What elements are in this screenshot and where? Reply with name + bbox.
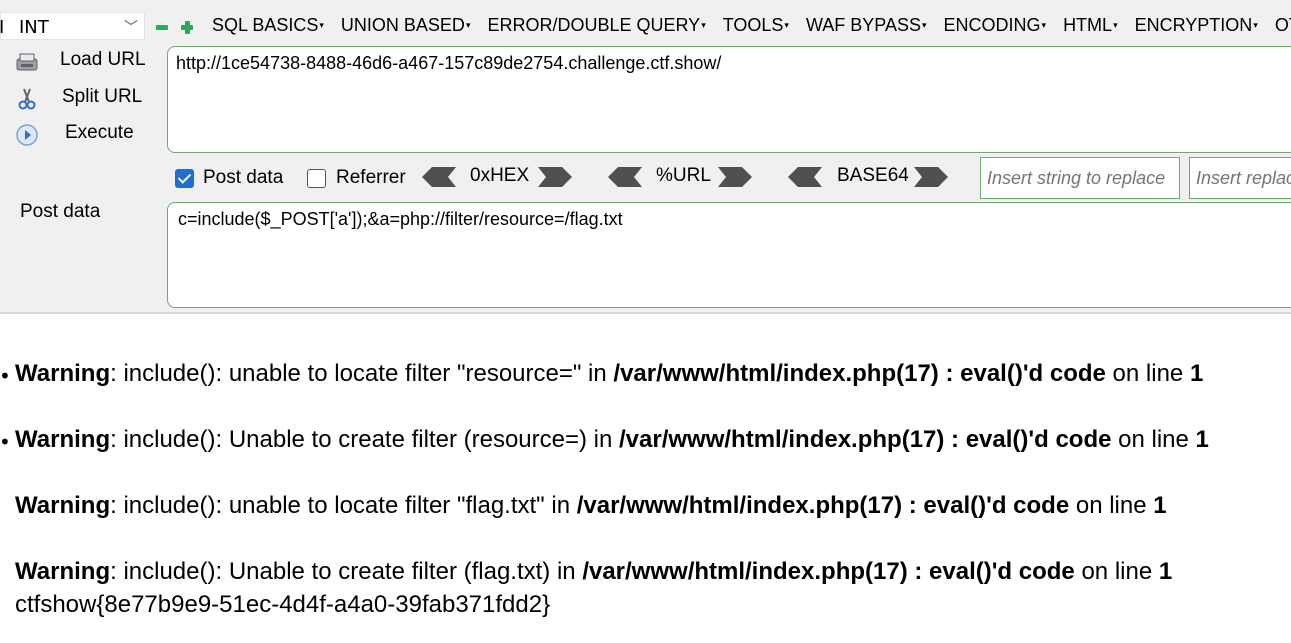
warning-path: /var/www/html/index.php(17) : eval()'d c…: [619, 426, 1112, 453]
url-encode-arrow-icon[interactable]: [608, 167, 642, 187]
url-decode-arrow-icon[interactable]: [718, 167, 752, 187]
post-data-label: Post data: [20, 201, 101, 222]
play-icon: [16, 124, 38, 146]
warning-message: : include(): Unable to create filter (re…: [110, 426, 619, 453]
execute-label: Execute: [65, 122, 134, 143]
bullet-marker: •: [0, 364, 11, 388]
injection-type-select[interactable]: I INT ﹀: [0, 12, 145, 40]
menu-tools[interactable]: TOOLS: [723, 15, 789, 36]
hex-encode-arrow-icon[interactable]: [422, 167, 456, 187]
warning-line: Warning: include(): Unable to create fil…: [15, 426, 1209, 454]
warning-suffix: on line: [1105, 360, 1190, 387]
post-data-checkbox[interactable]: [175, 169, 194, 188]
warning-label: Warning: [15, 360, 111, 387]
warning-message: : include(): Unable to create filter (fl…: [110, 558, 583, 585]
warning-path: /var/www/html/index.php(17) : eval()'d c…: [576, 492, 1070, 519]
base64-decode-arrow-icon[interactable]: [914, 167, 948, 187]
menu-other[interactable]: OTHER: [1275, 15, 1291, 36]
menu-error-double-query[interactable]: ERROR/DOUBLE QUERY: [487, 15, 705, 36]
warning-line-number: 1: [1195, 426, 1209, 453]
flag-output: ctfshow{8e77b9e9-51ec-4d4f-a4a0-39fab371…: [15, 591, 551, 618]
warning-message: : include(): unable to locate filter "fl…: [110, 492, 577, 519]
warning-suffix: on line: [1074, 558, 1159, 585]
chevron-down-icon: ﹀: [124, 20, 138, 36]
menu-encoding[interactable]: ENCODING: [944, 15, 1047, 36]
plus-icon[interactable]: [181, 21, 193, 34]
menu-sql-basics[interactable]: SQL BASICS: [212, 15, 324, 36]
bullet-marker: •: [0, 430, 11, 454]
scissors-icon: [18, 88, 36, 110]
menu-encryption[interactable]: ENCRYPTION: [1135, 15, 1258, 36]
warning-line: Warning: include(): unable to locate fil…: [15, 492, 1167, 520]
hex-decode-arrow-icon[interactable]: [538, 167, 572, 187]
replace-string-input[interactable]: [980, 157, 1180, 199]
base64-encode-arrow-icon[interactable]: [788, 167, 822, 187]
warning-line: Warning: include(): Unable to create fil…: [15, 558, 1172, 586]
hackbar-panel: I INT ﹀ SQL BASICS UNION BASED ERROR/DOUBL…: [0, 0, 1291, 312]
select-value: INT: [19, 17, 49, 38]
url-input[interactable]: http://1ce54738-8488-46d6-a467-157c89de2…: [167, 46, 1291, 153]
warning-path: /var/www/html/index.php(17) : eval()'d c…: [582, 558, 1075, 585]
hex-label: 0xHEX: [470, 165, 530, 186]
warning-label: Warning: [15, 492, 111, 519]
warning-suffix: on line: [1111, 426, 1196, 453]
base64-label: BASE64: [837, 165, 909, 186]
referrer-checkbox[interactable]: [307, 169, 326, 188]
panel-divider: [0, 312, 1291, 314]
minus-icon[interactable]: [156, 21, 168, 33]
warning-path: /var/www/html/index.php(17) : eval()'d c…: [613, 360, 1106, 387]
post-data-input[interactable]: c=include($_POST['a']);&a=php://filter/r…: [167, 202, 1291, 308]
select-edge-char: I: [0, 17, 5, 38]
warning-line-number: 1: [1158, 558, 1173, 585]
menu-union-based[interactable]: UNION BASED: [341, 15, 471, 36]
replacing-string-input[interactable]: [1189, 157, 1291, 199]
warning-label: Warning: [15, 558, 111, 585]
menu-bar: SQL BASICS UNION BASED ERROR/DOUBLE QUERY T…: [212, 15, 1291, 36]
warning-message: : include(): unable to locate filter "re…: [110, 360, 614, 387]
menu-html[interactable]: HTML: [1063, 15, 1118, 36]
load-url-icon: [16, 53, 38, 71]
warning-line: Warning: include(): unable to locate fil…: [15, 360, 1203, 388]
load-url-label: Load URL: [60, 49, 146, 70]
warning-line-number: 1: [1153, 492, 1167, 519]
warning-label: Warning: [15, 426, 111, 453]
split-url-label: Split URL: [62, 86, 143, 107]
referrer-checkbox-label: Referrer: [336, 167, 406, 188]
warning-line-number: 1: [1189, 360, 1204, 387]
url-label: %URL: [656, 165, 711, 186]
warning-suffix: on line: [1069, 492, 1154, 519]
menu-waf-bypass[interactable]: WAF BYPASS: [806, 15, 927, 36]
post-data-checkbox-label: Post data: [203, 167, 284, 188]
